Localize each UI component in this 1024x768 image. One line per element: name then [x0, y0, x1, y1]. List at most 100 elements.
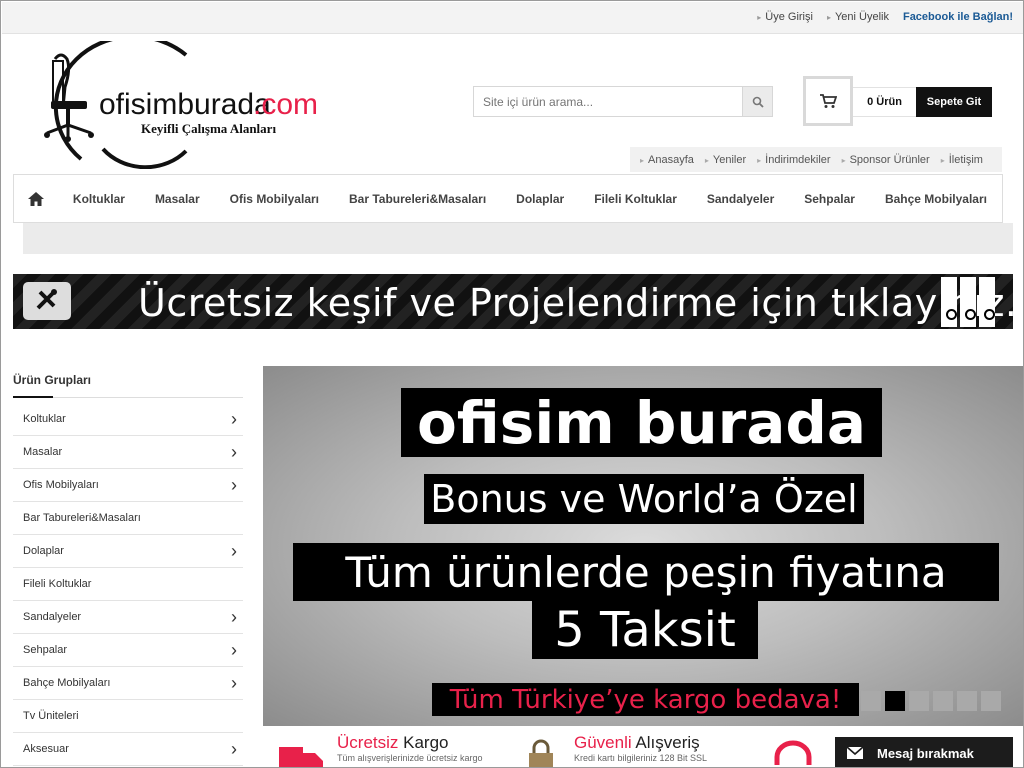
slider-dot[interactable] [861, 691, 881, 711]
nav-item-bahce-mobilyalari[interactable]: Bahçe Mobilyaları [870, 192, 1002, 206]
nav-item-masalar[interactable]: Masalar [140, 192, 215, 206]
sidebar-category-item[interactable]: Sehpalar › [13, 634, 243, 667]
slide-installments: 5 Taksit [532, 601, 758, 659]
promo-banner[interactable]: Ücretsiz keşif ve Projelendirme için tık… [13, 274, 1013, 329]
feature-free-shipping: Ücretsiz Kargo Tüm alışverişlerinizde üc… [337, 733, 483, 763]
sidebar-category-item[interactable]: Dolaplar › [13, 535, 243, 568]
home-icon [27, 191, 44, 206]
site-logo[interactable]: ofisimburada .com Keyifli Çalışma Alanla… [41, 34, 321, 170]
sidebar-category-item[interactable]: Bar Tabureleri&Masaları [13, 502, 243, 535]
search-icon [752, 96, 764, 108]
sidebar-category-item[interactable]: Tv Üniteleri [13, 700, 243, 733]
leave-message-label: Mesaj bırakmak [877, 745, 974, 761]
sidebar-category-item[interactable]: Bahçe Mobilyaları › [13, 667, 243, 700]
feature-accent: Ücretsiz [337, 733, 399, 752]
feature-accent: Güvenli [574, 733, 632, 752]
chevron-right-icon: › [231, 442, 237, 462]
sidebar-category-label: Tv Üniteleri [23, 710, 79, 722]
facebook-connect-link[interactable]: Facebook ile Bağlan! [903, 11, 1013, 23]
sidebar-category-item[interactable]: Ofis Mobilyaları › [13, 469, 243, 502]
sublink-label: İletişim [948, 153, 983, 166]
nav-item-dolaplar[interactable]: Dolaplar [501, 192, 579, 206]
slide-headline: ofisim burada [401, 388, 882, 457]
sidebar-category-item[interactable]: Fileli Koltuklar [13, 568, 243, 601]
nav-item-sandalyeler[interactable]: Sandalyeler [692, 192, 789, 206]
sublink-label: Yeniler [712, 153, 747, 166]
nav-item-bar-tabureleri[interactable]: Bar Tabureleri&Masaları [334, 192, 501, 206]
search-input[interactable] [474, 87, 742, 116]
toolbox-icon [23, 282, 71, 320]
register-link-label: Yeni Üyelik [834, 11, 889, 23]
sidebar-category-label: Aksesuar [23, 743, 69, 755]
login-link-label: Üye Girişi [765, 11, 813, 23]
sublink-new[interactable]: ▸ Yeniler [705, 154, 746, 166]
sidebar-category-item[interactable]: Sandalyeler › [13, 601, 243, 634]
sublink-label: Sponsor Ürünler [849, 153, 930, 166]
secondary-links: ▸ Anasayfa ▸ Yeniler ▸ İndirimdekiler ▸ Spon… [630, 147, 1002, 172]
top-links: ▸ Üye Girişi ▸ Yeni Üyelik Facebook ile Ba… [757, 11, 1013, 23]
chevron-right-icon: › [231, 673, 237, 693]
sidebar-category-label: Bar Tabureleri&Masaları [23, 512, 141, 524]
slider-pagination [861, 691, 1001, 711]
padlock-icon [529, 739, 553, 767]
feature-subtitle: Kredi kartı bilgileriniz 128 Bit SSL [574, 753, 708, 763]
slider-dot[interactable] [933, 691, 953, 711]
chevron-right-icon: › [231, 541, 237, 561]
sublink-sponsor[interactable]: ▸ Sponsor Ürünler [842, 154, 930, 166]
chevron-right-icon: › [231, 607, 237, 627]
chevron-right-icon: › [231, 409, 237, 429]
sidebar-category-label: Koltuklar [23, 413, 66, 425]
search-box [473, 86, 773, 117]
hero-slider[interactable]: ofisim burada Bonus ve World’a Özel Tüm … [263, 366, 1023, 726]
sidebar-category-item[interactable]: Aksesuar › [13, 733, 243, 766]
register-link[interactable]: ▸ Yeni Üyelik [827, 11, 889, 23]
slide-offer: Tüm ürünlerde peşin fiyatına [293, 543, 999, 601]
main-nav: Koltuklar Masalar Ofis Mobilyaları Bar T… [13, 174, 1003, 223]
truck-icon [279, 747, 323, 767]
sidebar-category-item[interactable]: Masalar › [13, 436, 243, 469]
nav-home-button[interactable] [14, 175, 58, 222]
sidebar-category-label: Masalar [23, 446, 63, 458]
logo-tagline: Keyifli Çalışma Alanları [141, 121, 276, 136]
nav-item-koltuklar[interactable]: Koltuklar [58, 192, 140, 206]
chevron-right-icon: › [231, 475, 237, 495]
cart-button[interactable] [803, 76, 853, 126]
sidebar-category-label: Sandalyeler [23, 611, 82, 623]
cart-count[interactable]: 0 Ürün [853, 87, 917, 117]
logo-tld: .com [253, 88, 318, 121]
logo-graphic: ofisimburada .com Keyifli Çalışma Alanla… [44, 34, 318, 170]
cart-icon [820, 94, 837, 108]
nav-item-ofis-mobilyalari[interactable]: Ofis Mobilyaları [215, 192, 334, 206]
sublink-contact[interactable]: ▸ İletişim [941, 154, 983, 166]
sidebar-category-label: Sehpalar [23, 644, 68, 656]
envelope-icon [847, 747, 863, 759]
slider-dot[interactable] [957, 691, 977, 711]
chevron-right-icon: › [231, 640, 237, 660]
sublink-label: İndirimdekiler [765, 153, 831, 166]
feature-title: Kargo [398, 733, 449, 752]
search-button[interactable] [742, 87, 772, 116]
sidebar-category-label: Dolaplar [23, 545, 64, 557]
slide-subheadline: Bonus ve World’a Özel [424, 474, 864, 524]
top-bar: ▸ Üye Girişi ▸ Yeni Üyelik Facebook ile Ba… [2, 2, 1023, 34]
slider-dot[interactable] [909, 691, 929, 711]
logo-name: ofisimburada [99, 88, 271, 121]
page-frame: ▸ Üye Girişi ▸ Yeni Üyelik Facebook ile Ba… [0, 0, 1024, 768]
sidebar-category-list: Koltuklar › Masalar › Ofis Mobilyaları › Bar T… [13, 403, 243, 766]
slider-dot[interactable] [981, 691, 1001, 711]
feature-subtitle: Tüm alışverişlerinizde ücretsiz kargo [337, 753, 483, 763]
sublink-discounts[interactable]: ▸ İndirimdekiler [757, 154, 830, 166]
login-link[interactable]: ▸ Üye Girişi [757, 11, 813, 23]
sidebar-title-underline [13, 396, 53, 398]
nav-sub-strip [23, 223, 1013, 254]
sublink-home[interactable]: ▸ Anasayfa [640, 154, 694, 166]
sidebar-category-item[interactable]: Koltuklar › [13, 403, 243, 436]
nav-item-fileli-koltuklar[interactable]: Fileli Koltuklar [579, 192, 692, 206]
feature-title: Alışveriş [631, 733, 700, 752]
nav-item-sehpalar[interactable]: Sehpalar [789, 192, 870, 206]
leave-message-button[interactable]: Mesaj bırakmak [835, 737, 1013, 767]
sidebar-category-label: Bahçe Mobilyaları [23, 677, 111, 689]
go-to-cart-button[interactable]: Sepete Git [916, 87, 992, 117]
slider-dot[interactable] [885, 691, 905, 711]
support-headset-icon [774, 740, 812, 765]
